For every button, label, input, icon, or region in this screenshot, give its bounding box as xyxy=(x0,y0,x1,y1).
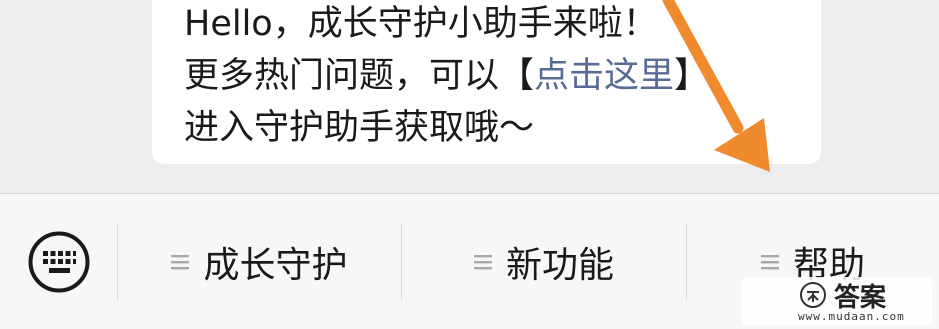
keyboard-toggle-button[interactable] xyxy=(0,194,117,329)
menu-item-new-features[interactable]: 新功能 xyxy=(402,194,686,329)
keyboard-icon xyxy=(28,231,89,292)
message-line-2-suffix: 】 xyxy=(674,56,710,96)
message-line-2: 更多热门问题，可以【点击这里】 xyxy=(184,50,821,102)
watermark-title: 答案 xyxy=(834,283,887,313)
click-here-link[interactable]: 点击这里 xyxy=(534,56,674,96)
watermark-logo-icon xyxy=(800,282,826,308)
hamburger-icon xyxy=(473,254,492,269)
message-line-3: 进入守护助手获取哦～ xyxy=(184,108,535,148)
message-line-1: Hello，成长守护小助手来啦！ xyxy=(184,4,658,44)
watermark-url: www.mudaan.com xyxy=(798,310,905,323)
hamburger-icon xyxy=(760,254,779,269)
hamburger-icon xyxy=(171,254,190,269)
message-line-2-prefix: 更多热门问题，可以【 xyxy=(184,56,535,96)
watermark: 答案 www.mudaan.com xyxy=(742,277,932,325)
message-bubble: Hello，成长守护小助手来啦！ 更多热门问题，可以【点击这里】 进入守护助手获… xyxy=(152,0,821,164)
menu-item-growth-guard[interactable]: 成长守护 xyxy=(118,194,401,329)
chat-area: Hello，成长守护小助手来啦！ 更多热门问题，可以【点击这里】 进入守护助手获… xyxy=(0,0,939,193)
menu-item-label: 新功能 xyxy=(505,244,614,286)
menu-item-label: 成长守护 xyxy=(203,244,348,286)
